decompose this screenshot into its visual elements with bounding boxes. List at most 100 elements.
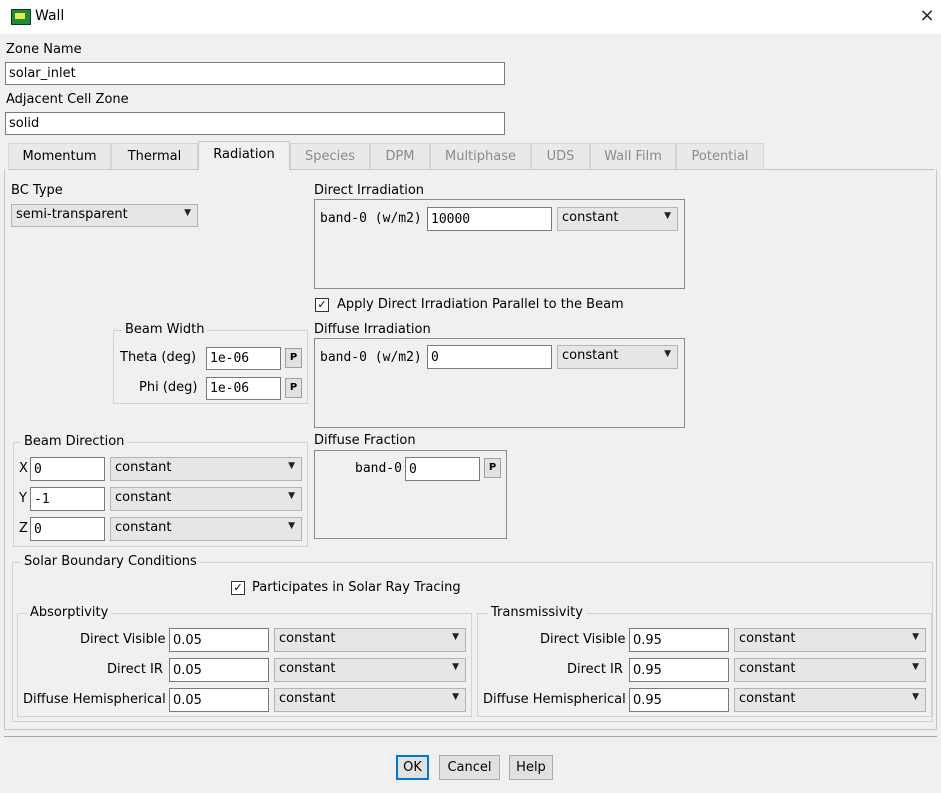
trans-direct-visible-label: Direct Visible <box>540 632 626 647</box>
beam-y-method-dropdown[interactable]: constant ▼ <box>110 487 302 511</box>
trans-direct-ir-label: Direct IR <box>567 662 623 677</box>
beam-z-label: Z <box>19 521 28 536</box>
direct-irradiation-label: Direct Irradiation <box>314 183 425 198</box>
diffuse-irradiation-band-label: band-0 (w/m2) <box>320 350 422 365</box>
trans-diffuse-hemispherical-field[interactable] <box>629 688 729 712</box>
bc-type-label: BC Type <box>11 183 63 198</box>
close-icon[interactable]: × <box>916 4 938 28</box>
absorptivity-label: Absorptivity <box>27 605 112 620</box>
chevron-down-icon: ▼ <box>912 662 919 672</box>
abs-diffuse-hemispherical-field[interactable] <box>169 688 269 712</box>
window-title: Wall <box>35 8 65 24</box>
theta-field[interactable] <box>206 347 281 370</box>
abs-direct-ir-method-dropdown[interactable]: constant ▼ <box>274 658 466 682</box>
beam-z-method-dropdown[interactable]: constant ▼ <box>110 517 302 541</box>
solar-ray-tracing-label: Participates in Solar Ray Tracing <box>252 580 461 595</box>
beam-y-field[interactable] <box>30 487 105 511</box>
title-bar <box>0 0 941 34</box>
adjacent-cell-zone-label: Adjacent Cell Zone <box>6 92 129 107</box>
chevron-down-icon: ▼ <box>288 521 295 531</box>
abs-diffuse-hemispherical-method: constant <box>279 691 336 706</box>
trans-direct-visible-field[interactable] <box>629 628 729 652</box>
adjacent-cell-zone-field[interactable] <box>5 112 505 135</box>
diffuse-fraction-label: Diffuse Fraction <box>314 433 416 448</box>
chevron-down-icon: ▼ <box>664 349 671 359</box>
chevron-down-icon: ▼ <box>664 211 671 221</box>
transmissivity-label: Transmissivity <box>488 605 586 620</box>
direct-irradiation-method: constant <box>562 210 619 225</box>
diffuse-irradiation-method: constant <box>562 348 619 363</box>
zone-name-label: Zone Name <box>6 42 82 57</box>
beam-z-field[interactable] <box>30 517 105 541</box>
abs-direct-visible-field[interactable] <box>169 628 269 652</box>
help-button[interactable]: Help <box>509 755 553 780</box>
trans-diffuse-hemispherical-method: constant <box>739 691 796 706</box>
tab-multiphase: Multiphase <box>430 143 531 169</box>
tab-wall-film: Wall Film <box>590 143 676 169</box>
abs-direct-ir-field[interactable] <box>169 658 269 682</box>
trans-direct-ir-method-dropdown[interactable]: constant ▼ <box>734 658 926 682</box>
apply-parallel-label: Apply Direct Irradiation Parallel to the… <box>337 297 624 312</box>
abs-diffuse-hemispherical-label: Diffuse Hemispherical <box>23 692 166 707</box>
phi-field[interactable] <box>206 377 281 400</box>
diffuse-fraction-band-label: band-0 <box>355 461 402 476</box>
beam-width-label: Beam Width <box>122 322 208 337</box>
theta-parameter-button[interactable]: P <box>285 348 302 368</box>
ok-button[interactable]: OK <box>396 755 429 780</box>
tab-species: Species <box>290 143 370 169</box>
bc-type-dropdown[interactable]: semi-transparent ▼ <box>11 204 198 227</box>
tab-potential: Potential <box>676 143 764 169</box>
beam-direction-label: Beam Direction <box>21 434 128 449</box>
trans-direct-visible-method: constant <box>739 631 796 646</box>
chevron-down-icon: ▼ <box>184 208 191 218</box>
cancel-button[interactable]: Cancel <box>439 755 500 780</box>
direct-irradiation-band-label: band-0 (w/m2) <box>320 211 422 226</box>
trans-direct-ir-method: constant <box>739 661 796 676</box>
direct-irradiation-field[interactable] <box>427 207 552 231</box>
tab-momentum[interactable]: Momentum <box>8 143 111 169</box>
trans-direct-visible-method-dropdown[interactable]: constant ▼ <box>734 628 926 652</box>
solar-ray-tracing-checkbox[interactable]: ✓ <box>231 581 245 595</box>
beam-y-method: constant <box>115 490 172 505</box>
trans-direct-ir-field[interactable] <box>629 658 729 682</box>
direct-irradiation-method-dropdown[interactable]: constant ▼ <box>557 207 678 231</box>
abs-direct-ir-method: constant <box>279 661 336 676</box>
tab-radiation[interactable]: Radiation <box>198 141 290 170</box>
fluent-app-icon <box>11 9 31 25</box>
solar-bc-label: Solar Boundary Conditions <box>21 554 200 569</box>
diffuse-irradiation-label: Diffuse Irradiation <box>314 322 431 337</box>
chevron-down-icon: ▼ <box>452 632 459 642</box>
trans-diffuse-hemispherical-label: Diffuse Hemispherical <box>483 692 626 707</box>
beam-z-method: constant <box>115 520 172 535</box>
beam-y-label: Y <box>19 491 27 506</box>
phi-label: Phi (deg) <box>139 380 198 395</box>
tab-thermal[interactable]: Thermal <box>111 143 198 169</box>
phi-parameter-button[interactable]: P <box>285 378 302 398</box>
apply-parallel-checkbox[interactable]: ✓ <box>315 298 329 312</box>
diffuse-irradiation-field[interactable] <box>427 345 552 369</box>
abs-diffuse-hemispherical-method-dropdown[interactable]: constant ▼ <box>274 688 466 712</box>
chevron-down-icon: ▼ <box>452 692 459 702</box>
chevron-down-icon: ▼ <box>288 461 295 471</box>
tab-dpm: DPM <box>370 143 430 169</box>
diffuse-fraction-field[interactable] <box>405 457 480 481</box>
beam-x-field[interactable] <box>30 457 105 481</box>
bottom-separator <box>4 736 937 737</box>
theta-label: Theta (deg) <box>120 350 197 365</box>
trans-diffuse-hemispherical-method-dropdown[interactable]: constant ▼ <box>734 688 926 712</box>
zone-name-field[interactable] <box>5 62 505 85</box>
beam-x-method-dropdown[interactable]: constant ▼ <box>110 457 302 481</box>
diffuse-irradiation-method-dropdown[interactable]: constant ▼ <box>557 345 678 369</box>
diffuse-fraction-parameter-button[interactable]: P <box>484 458 501 478</box>
chevron-down-icon: ▼ <box>288 491 295 501</box>
chevron-down-icon: ▼ <box>912 632 919 642</box>
beam-x-method: constant <box>115 460 172 475</box>
chevron-down-icon: ▼ <box>912 692 919 702</box>
abs-direct-visible-method: constant <box>279 631 336 646</box>
beam-x-label: X <box>19 461 28 476</box>
tab-uds: UDS <box>531 143 590 169</box>
abs-direct-visible-method-dropdown[interactable]: constant ▼ <box>274 628 466 652</box>
bc-type-value: semi-transparent <box>16 207 128 222</box>
abs-direct-visible-label: Direct Visible <box>80 632 166 647</box>
chevron-down-icon: ▼ <box>452 662 459 672</box>
